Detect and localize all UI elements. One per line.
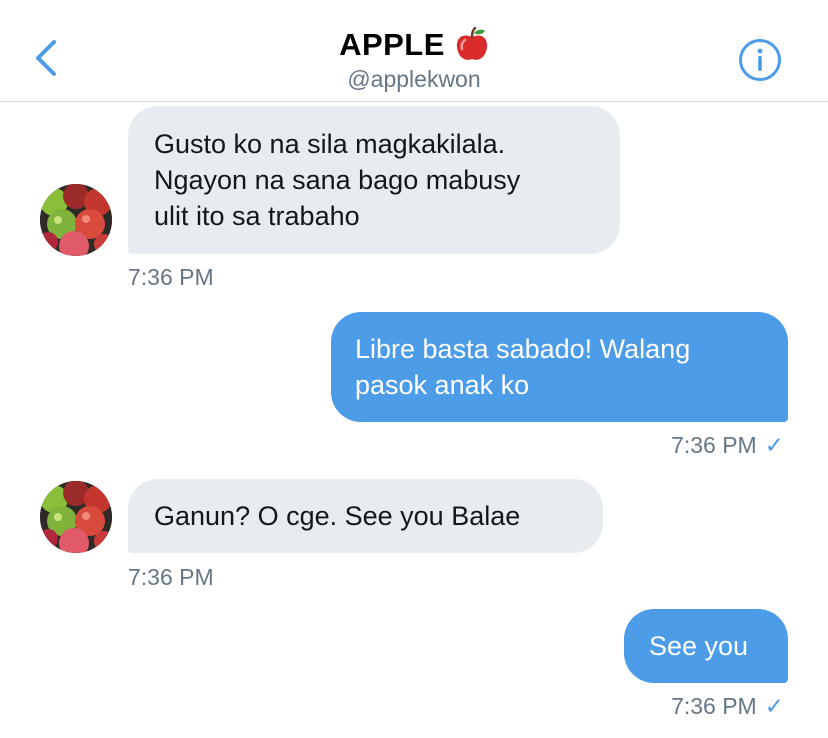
apples-photo-icon [40,184,112,256]
conversation-title-block[interactable]: APPLE @applekwon [0,24,828,93]
apples-photo-icon [40,481,112,553]
message-text-line: Ganun? O cge. See you Balae [154,501,521,531]
info-button[interactable] [738,38,782,82]
read-check-icon: ✓ [764,432,784,458]
message-timestamp-row: 7:36 PM ✓ [671,432,784,459]
incoming-message-bubble[interactable]: Ganun? O cge. See you Balae [128,479,603,553]
message-timestamp-row: 7:36 PM ✓ [671,693,784,720]
contact-avatar[interactable] [40,481,112,553]
message-timestamp: 7:36 PM [671,432,757,458]
outgoing-message-bubble[interactable]: See you [624,609,788,683]
message-text-line: Ngayon na sana bago mabusy [154,165,521,195]
message-text-line: pasok anak ko [355,370,530,400]
incoming-message-bubble[interactable]: Gusto ko na sila magkakilala. Ngayon na … [128,106,620,254]
message-text-line: ulit ito sa trabaho [154,201,360,231]
message-timestamp: 7:36 PM [128,264,214,290]
info-icon [739,39,781,81]
message-text-line: See you [649,631,749,661]
conversation-title: APPLE [339,27,445,62]
conversation-handle: @applekwon [347,66,481,92]
message-text-line: Gusto ko na sila magkakilala. [154,129,506,159]
read-check-icon: ✓ [764,693,784,719]
message-text-line: Libre basta sabado! Walang [355,334,691,364]
contact-avatar[interactable] [40,184,112,256]
conversation-header: APPLE @applekwon [0,0,828,102]
apple-emoji-icon [456,27,488,60]
message-timestamp: 7:36 PM [671,693,757,719]
outgoing-message-bubble[interactable]: Libre basta sabado! Walang pasok anak ko [331,312,788,422]
message-timestamp: 7:36 PM [128,564,214,590]
